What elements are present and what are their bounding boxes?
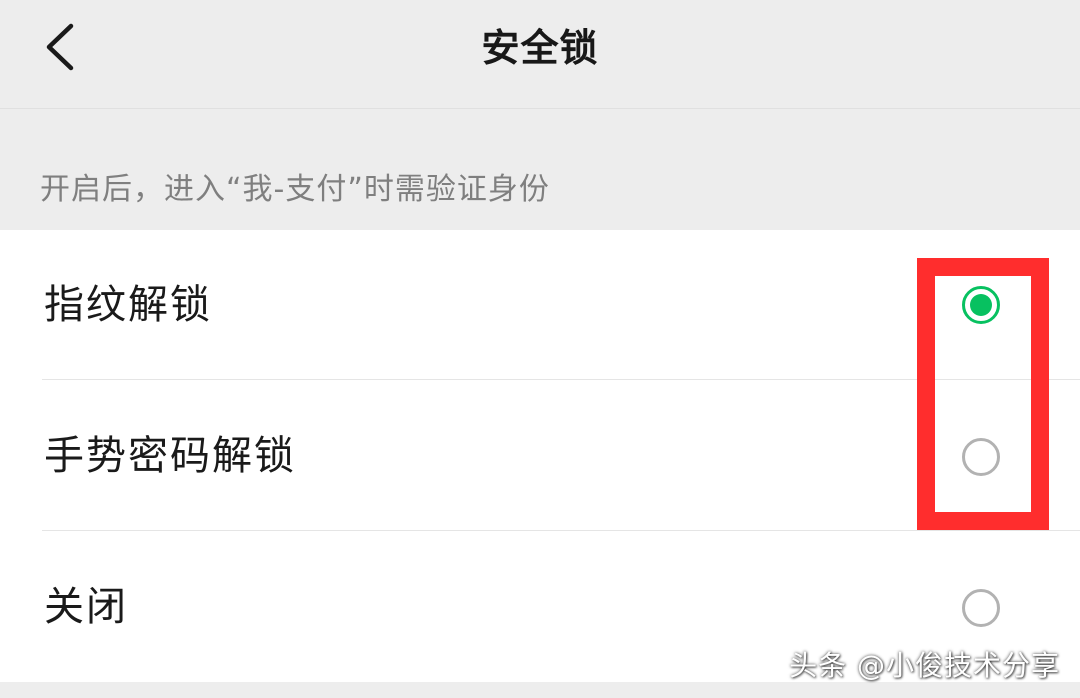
option-label: 指纹解锁 bbox=[44, 282, 212, 328]
page-title: 安全锁 bbox=[481, 26, 599, 70]
divider bbox=[42, 530, 1080, 531]
radio-checked-icon[interactable] bbox=[962, 286, 1000, 324]
radio-unchecked-icon[interactable] bbox=[962, 589, 1000, 627]
bottom-background bbox=[0, 682, 1080, 698]
option-fingerprint-unlock[interactable]: 指纹解锁 bbox=[0, 230, 1080, 380]
section-hint: 开启后，进入“我-支付”时需验证身份 bbox=[40, 172, 550, 207]
radio-unchecked-icon[interactable] bbox=[962, 438, 1000, 476]
security-lock-screen: 安全锁 开启后，进入“我-支付”时需验证身份 指纹解锁 手势密码解锁 关闭 头条 bbox=[0, 0, 1080, 698]
option-label: 手势密码解锁 bbox=[44, 433, 296, 479]
option-label: 关闭 bbox=[44, 584, 128, 630]
back-button[interactable] bbox=[30, 12, 90, 82]
divider bbox=[42, 379, 1080, 380]
radio-dot bbox=[970, 294, 992, 316]
watermark: 头条 @小俊技术分享 bbox=[789, 649, 1060, 682]
navigation-bar: 安全锁 bbox=[0, 0, 1080, 109]
chevron-left-icon bbox=[46, 23, 74, 71]
unlock-options-list: 指纹解锁 手势密码解锁 关闭 bbox=[0, 230, 1080, 682]
option-gesture-password-unlock[interactable]: 手势密码解锁 bbox=[0, 381, 1080, 531]
